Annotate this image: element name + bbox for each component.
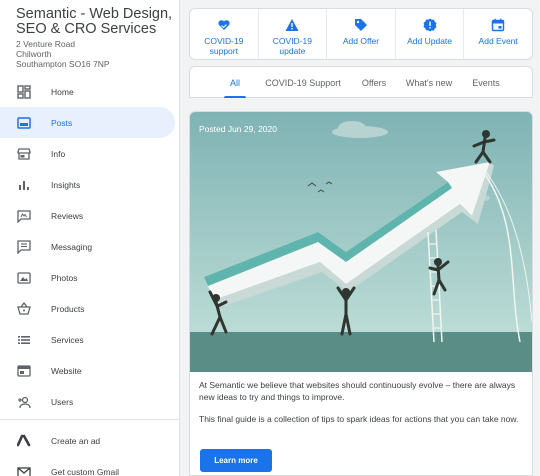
chat-icon: [16, 239, 31, 254]
sidebar-divider: [0, 419, 179, 420]
sidebar-item-label: Products: [51, 303, 85, 314]
bar-chart-icon: [16, 177, 31, 192]
sidebar-item-label: Photos: [51, 272, 78, 283]
sidebar-item-products[interactable]: Products: [0, 293, 179, 324]
address-line-3: Southampton SO16 7NP: [16, 59, 110, 69]
gmail-icon: [16, 464, 31, 476]
sidebar-item-label: Insights: [51, 179, 81, 190]
action-label: Add Offer: [342, 36, 380, 46]
posts-icon: [16, 115, 31, 130]
tab-covid-support[interactable]: COVID-19 Support: [260, 67, 346, 98]
warning-icon: [285, 18, 299, 32]
sidebar-item-posts[interactable]: Posts: [0, 107, 175, 138]
list-icon: [16, 332, 31, 347]
add-user-icon: [16, 394, 31, 409]
covid-support-button[interactable]: COVID-19 support: [190, 9, 259, 59]
sidebar-item-label: Services: [51, 334, 84, 345]
google-ads-icon: [16, 433, 31, 448]
sidebar-item-label: Create an ad: [51, 435, 101, 446]
sidebar-item-label: Home: [51, 86, 74, 97]
sidebar-item-info[interactable]: Info: [0, 138, 179, 169]
action-label: Add Update: [407, 36, 453, 46]
tab-all[interactable]: All: [218, 67, 252, 98]
sidebar-item-reviews[interactable]: Reviews: [0, 200, 179, 231]
post-date: Posted Jun 29, 2020: [199, 124, 277, 134]
business-address: 2 Venture Road Chilworth Southampton SO1…: [16, 39, 110, 69]
tab-whats-new[interactable]: What's new: [401, 67, 457, 98]
sidebar-item-label: Users: [51, 396, 74, 407]
add-offer-button[interactable]: Add Offer: [327, 9, 396, 59]
sidebar-item-label: Reviews: [51, 210, 84, 221]
sidebar-item-messaging[interactable]: Messaging: [0, 231, 179, 262]
post-body-paragraph-1: At Semantic we believe that websites sho…: [199, 380, 516, 402]
sidebar-item-custom-gmail[interactable]: Get custom Gmail: [0, 456, 179, 476]
sidebar-item-label: Info: [51, 148, 66, 159]
address-line-1: 2 Venture Road: [16, 39, 76, 49]
action-label: COVID-19 update: [272, 36, 312, 56]
tab-events[interactable]: Events: [466, 67, 506, 98]
business-name: Semantic - Web Design, SEO & CRO Service…: [16, 6, 173, 37]
sidebar-bottom-nav: Create an ad Get custom Gmail: [0, 425, 179, 476]
growth-arrow-illustration: [190, 112, 532, 372]
add-update-button[interactable]: Add Update: [396, 9, 465, 59]
calendar-icon: [491, 18, 505, 32]
sidebar-item-label: Get custom Gmail: [51, 466, 120, 476]
sidebar-item-users[interactable]: Users: [0, 386, 179, 417]
store-icon: [16, 146, 31, 161]
sidebar-item-services[interactable]: Services: [0, 324, 179, 355]
post-body-paragraph-2: This final guide is a collection of tips…: [199, 414, 519, 424]
update-badge-icon: [423, 18, 437, 32]
sidebar-item-home[interactable]: Home: [0, 76, 179, 107]
web-icon: [16, 363, 31, 378]
sidebar-item-insights[interactable]: Insights: [0, 169, 179, 200]
sidebar-item-label: Website: [51, 365, 82, 376]
reviews-icon: [16, 208, 31, 223]
quick-actions-bar: COVID-19 support COVID-19 update Add Offer…: [189, 8, 533, 60]
photo-icon: [16, 270, 31, 285]
address-line-2: Chilworth: [16, 49, 52, 59]
post-filter-tabs: All COVID-19 Support Offers What's new E…: [189, 66, 533, 98]
sidebar-item-label: Messaging: [51, 241, 93, 252]
sidebar-item-label: Posts: [51, 117, 73, 128]
learn-more-button[interactable]: Learn more: [200, 449, 272, 472]
tab-offers[interactable]: Offers: [355, 67, 393, 98]
tag-icon: [354, 18, 368, 32]
post-card: Posted Jun 29, 2020 At Semantic we belie…: [189, 111, 533, 476]
sidebar-item-website[interactable]: Website: [0, 355, 179, 386]
action-label: Add Event: [478, 36, 518, 46]
sidebar-item-create-ad[interactable]: Create an ad: [0, 425, 179, 456]
sidebar-item-photos[interactable]: Photos: [0, 262, 179, 293]
add-event-button[interactable]: Add Event: [464, 9, 532, 59]
sidebar-nav: Home Posts Info Insights Reviews Messagi…: [0, 76, 179, 417]
covid-update-button[interactable]: COVID-19 update: [259, 9, 328, 59]
sidebar: Semantic - Web Design, SEO & CRO Service…: [0, 0, 180, 476]
action-label: COVID-19 support: [204, 36, 244, 56]
dashboard-icon: [16, 84, 31, 99]
heart-hands-icon: [217, 18, 231, 32]
post-image: Posted Jun 29, 2020: [190, 112, 532, 372]
basket-icon: [16, 301, 31, 316]
